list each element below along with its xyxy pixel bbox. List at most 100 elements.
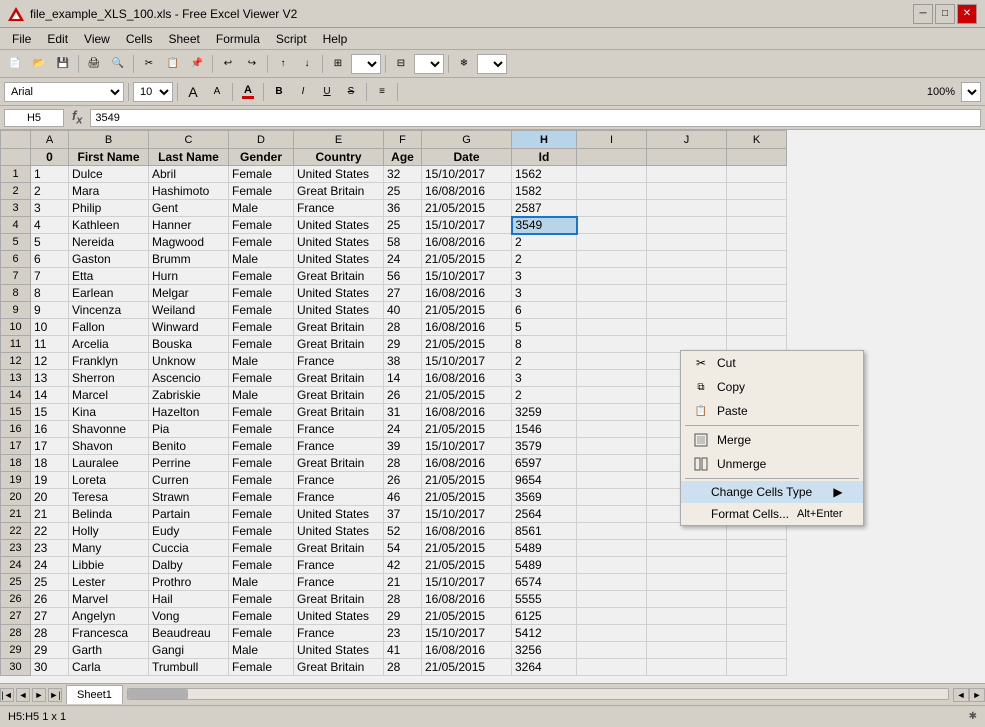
table-cell[interactable]: France [294, 625, 384, 642]
row-number[interactable]: 21 [1, 506, 31, 523]
scroll-left-button[interactable]: ◄ [953, 688, 969, 702]
table-cell[interactable]: 21/05/2015 [422, 200, 512, 217]
table-cell[interactable] [727, 574, 787, 591]
table-cell[interactable] [727, 285, 787, 302]
table-cell[interactable] [577, 642, 647, 659]
table-cell[interactable]: France [294, 438, 384, 455]
table-cell[interactable]: 5555 [512, 591, 577, 608]
menu-view[interactable]: View [76, 30, 118, 48]
table-cell[interactable] [727, 200, 787, 217]
table-cell[interactable]: Strawn [149, 489, 229, 506]
table-cell[interactable]: 4 [31, 217, 69, 234]
table-cell[interactable]: 3264 [512, 659, 577, 676]
table-cell[interactable] [647, 166, 727, 183]
table-cell[interactable]: Female [229, 608, 294, 625]
table-cell[interactable]: United States [294, 523, 384, 540]
table-cell[interactable]: 28 [384, 319, 422, 336]
table-cell[interactable]: 16 [31, 421, 69, 438]
table-cell[interactable]: 2 [512, 387, 577, 404]
row-number[interactable]: 4 [1, 217, 31, 234]
table-cell[interactable]: Female [229, 302, 294, 319]
table-cell[interactable]: 19 [31, 472, 69, 489]
table-cell[interactable]: Male [229, 387, 294, 404]
table-cell[interactable]: 54 [384, 540, 422, 557]
table-cell[interactable] [727, 302, 787, 319]
table-cell[interactable]: 10 [31, 319, 69, 336]
table-cell[interactable] [727, 540, 787, 557]
col-header-c[interactable]: C [149, 131, 229, 149]
table-cell[interactable]: Female [229, 557, 294, 574]
table-cell[interactable]: 21 [384, 574, 422, 591]
table-cell[interactable]: 21/05/2015 [422, 608, 512, 625]
merge-select[interactable] [414, 54, 444, 74]
table-cell[interactable]: 52 [384, 523, 422, 540]
table-cell[interactable]: Marcel [69, 387, 149, 404]
table-cell[interactable]: 15/10/2017 [422, 625, 512, 642]
table-cell[interactable]: 18 [31, 455, 69, 472]
table-cell[interactable]: Winward [149, 319, 229, 336]
table-cell[interactable]: Male [229, 574, 294, 591]
row-number[interactable]: 6 [1, 251, 31, 268]
table-cell[interactable]: 2 [512, 234, 577, 251]
table-cell[interactable]: Great Britain [294, 183, 384, 200]
table-cell[interactable]: 15/10/2017 [422, 268, 512, 285]
table-cell[interactable] [727, 251, 787, 268]
table-cell[interactable]: Great Britain [294, 387, 384, 404]
table-cell[interactable]: Female [229, 166, 294, 183]
table-cell[interactable] [577, 149, 647, 166]
freeze-select[interactable] [477, 54, 507, 74]
table-cell[interactable]: Carla [69, 659, 149, 676]
table-cell[interactable]: 24 [384, 421, 422, 438]
table-cell[interactable] [647, 591, 727, 608]
table-cell[interactable]: 15 [31, 404, 69, 421]
table-cell[interactable]: Great Britain [294, 336, 384, 353]
preview-button[interactable]: 🔍 [107, 53, 129, 75]
zoom-select[interactable] [961, 82, 981, 102]
table-cell[interactable]: 21/05/2015 [422, 302, 512, 319]
table-cell[interactable]: Great Britain [294, 455, 384, 472]
col-header-h[interactable]: H [512, 131, 577, 149]
table-cell[interactable]: 3569 [512, 489, 577, 506]
table-cell[interactable] [727, 659, 787, 676]
table-cell[interactable]: Many [69, 540, 149, 557]
table-cell[interactable]: 6 [512, 302, 577, 319]
table-cell[interactable]: Female [229, 472, 294, 489]
table-cell[interactable] [577, 591, 647, 608]
table-cell[interactable]: Hanner [149, 217, 229, 234]
table-cell[interactable]: Prothro [149, 574, 229, 591]
table-cell[interactable]: Age [384, 149, 422, 166]
row-number[interactable] [1, 149, 31, 166]
row-number[interactable]: 18 [1, 455, 31, 472]
table-cell[interactable]: Female [229, 659, 294, 676]
table-cell[interactable]: Eudy [149, 523, 229, 540]
paste-button[interactable]: 📌 [186, 53, 208, 75]
table-cell[interactable]: United States [294, 302, 384, 319]
table-cell[interactable]: 21/05/2015 [422, 540, 512, 557]
table-cell[interactable]: Lester [69, 574, 149, 591]
border-button[interactable]: ⊞ [327, 53, 349, 75]
table-cell[interactable]: Last Name [149, 149, 229, 166]
table-cell[interactable]: Franklyn [69, 353, 149, 370]
table-cell[interactable] [647, 540, 727, 557]
table-cell[interactable]: 39 [384, 438, 422, 455]
table-cell[interactable] [577, 319, 647, 336]
table-cell[interactable] [577, 217, 647, 234]
close-button[interactable]: ✕ [957, 4, 977, 24]
table-cell[interactable]: 7 [31, 268, 69, 285]
table-cell[interactable]: 3 [512, 285, 577, 302]
table-cell[interactable]: 2587 [512, 200, 577, 217]
table-cell[interactable]: 46 [384, 489, 422, 506]
menu-cells[interactable]: Cells [118, 30, 161, 48]
table-cell[interactable]: France [294, 574, 384, 591]
row-number[interactable]: 25 [1, 574, 31, 591]
table-cell[interactable]: 14 [384, 370, 422, 387]
row-number[interactable]: 24 [1, 557, 31, 574]
table-cell[interactable]: 15/10/2017 [422, 438, 512, 455]
table-cell[interactable]: 24 [384, 251, 422, 268]
menu-file[interactable]: File [4, 30, 39, 48]
table-cell[interactable] [577, 625, 647, 642]
table-cell[interactable] [727, 642, 787, 659]
table-cell[interactable]: 20 [31, 489, 69, 506]
col-header-g[interactable]: G [422, 131, 512, 149]
table-cell[interactable]: 15/10/2017 [422, 353, 512, 370]
